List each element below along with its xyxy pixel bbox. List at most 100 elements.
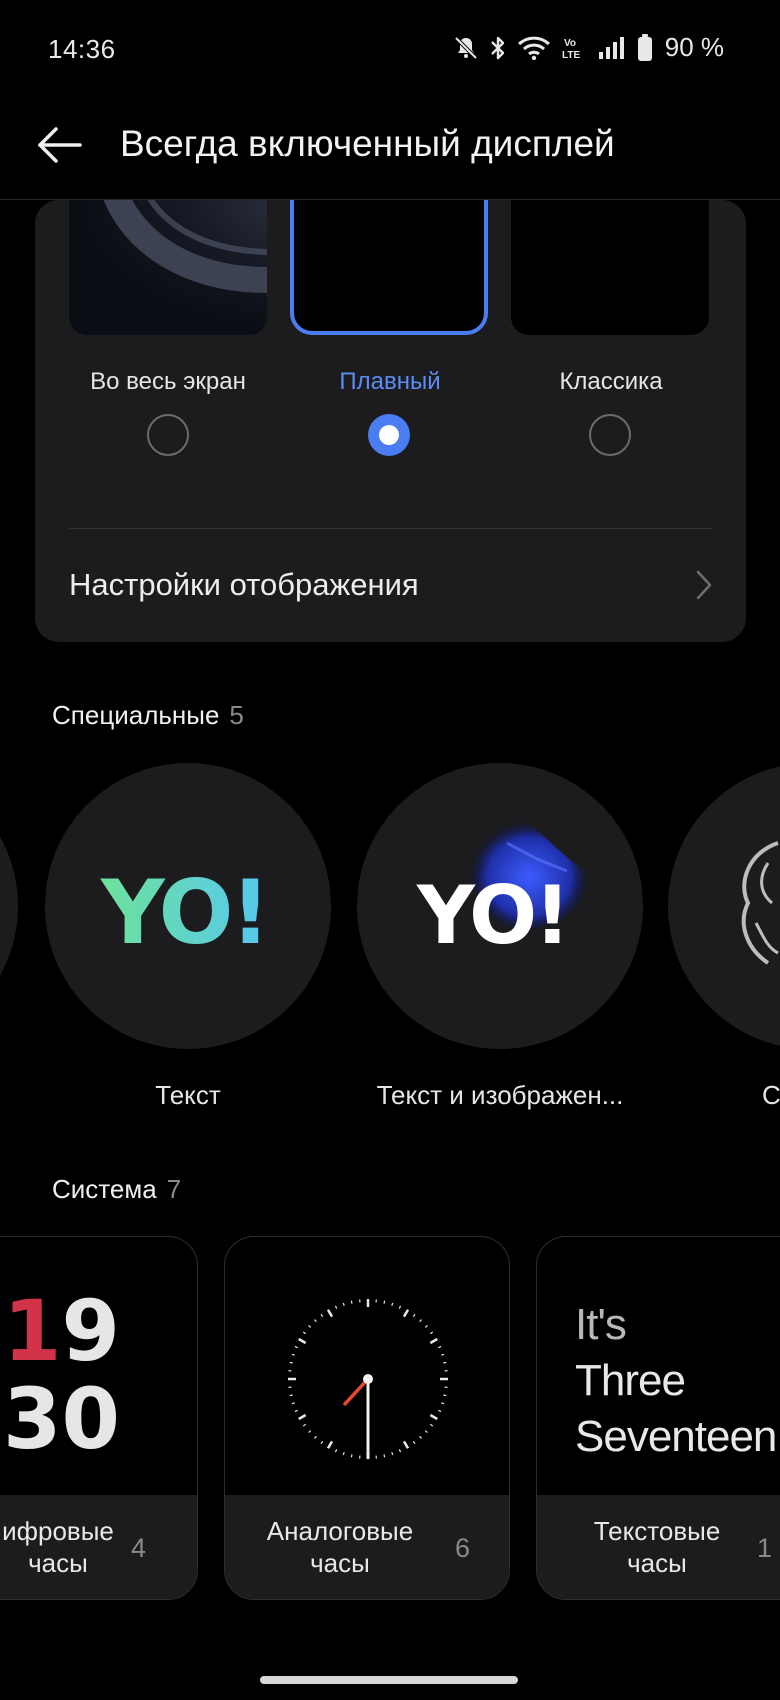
dial-minute-tick [443,1361,447,1364]
yo-text-art: YO! [100,861,271,964]
system-item-text-clock[interactable]: It's Three Seventeen Текстовые часы 1 [536,1236,780,1600]
chevron-right-icon [694,569,714,606]
analog-label-line2: часы [310,1548,370,1578]
option-label-smooth: Плавный [339,368,441,395]
special-item-partial-left[interactable] [0,763,18,1049]
dial-hour-tick [402,1309,410,1318]
dial-minute-tick [291,1402,295,1405]
analog-count: 6 [455,1533,471,1563]
display-settings-row[interactable]: Настройки отображения [35,529,746,642]
dial-hour-tick [326,1440,334,1449]
screen: 14:36 Vo LTE 90 % Всегда включенный диспл… [0,0,780,1700]
volte-icon: Vo LTE [561,35,587,61]
text-clock-line3: Seventeen [575,1412,777,1461]
back-arrow-icon[interactable] [34,120,84,170]
dial-minute-tick [391,1452,394,1456]
digital-label-line2: часы [28,1548,88,1578]
dial-hour-tick [326,1309,334,1318]
dial-hour-tick [429,1337,438,1345]
text-clock-label-line2: часы [627,1548,687,1578]
digital-hour-2: 9 [61,1282,120,1380]
special-item-text-image[interactable]: YO! [357,763,643,1049]
digital-count: 4 [131,1533,147,1563]
battery-percent: 90 % [664,32,724,62]
special-label-text-image: Текст и изображен... [376,1080,624,1110]
dial-minute-tick [334,1305,338,1309]
yo-image-text: YO! [416,869,568,962]
dial-minute-tick [398,1449,402,1453]
dial-minute-tick [308,1325,312,1328]
dial-minute-tick [441,1402,445,1405]
status-time: 14:36 [48,34,116,64]
dial-minute-tick [383,1300,386,1304]
text-clock-count: 1 [757,1533,773,1563]
home-indicator[interactable] [260,1676,518,1684]
dial-minute-tick [342,1302,345,1306]
dial-minute-tick [391,1302,394,1306]
bluetooth-icon [489,35,507,61]
dial-minute-tick [320,1313,324,1318]
dial-hour-tick [429,1413,438,1421]
system-item-digital[interactable]: 19 30 ифровые часы 4 [0,1236,198,1600]
dial-hour-tick [298,1337,307,1345]
dial-minute-tick [350,1454,353,1458]
special-item-partial-right[interactable] [668,763,780,1049]
dial-minute-tick [438,1345,442,1349]
preview-smooth[interactable] [290,200,488,335]
option-label-fullscreen: Во весь экран [90,368,246,395]
text-clock-line1: It's [575,1300,627,1349]
radio-fullscreen[interactable] [147,414,189,456]
dial-minute-tick [314,1435,317,1439]
yo-text: YO! [100,861,268,964]
special-item-text[interactable]: YO! [45,763,331,1049]
dial-minute-tick [314,1319,317,1323]
dial-minute-tick [291,1353,295,1356]
option-label-classic: Классика [559,368,663,395]
dial-minute-tick [419,1435,422,1439]
radio-classic[interactable] [589,414,631,456]
dial-minute-tick [424,1430,428,1433]
dial-minute-tick [443,1394,447,1397]
text-clock-label: Текстовые часы [567,1515,747,1579]
dial-minute-tick [398,1305,402,1309]
preview-fullscreen[interactable] [69,200,267,335]
digital-minutes: 30 [3,1370,120,1468]
dial-minute-tick [342,1452,345,1456]
dial-minute-tick [412,1440,416,1445]
system-item-analog[interactable]: Аналоговые часы 6 [224,1236,510,1600]
section-system-header: Система 7 [52,1174,181,1205]
yo-image-art: YO! [416,821,589,962]
wifi-icon [517,35,551,61]
dial-minute-tick [383,1454,386,1458]
dial-minute-tick [424,1325,428,1328]
dial-minute-tick [429,1423,434,1427]
special-label-text: Текст [155,1080,221,1110]
digital-preview: 19 30 [3,1287,120,1463]
dial-minute-tick [294,1409,298,1413]
outline-art [741,841,779,965]
dial-minute-tick [302,1331,307,1335]
dial-minute-tick [419,1319,422,1323]
section-system-count: 7 [166,1174,182,1204]
dial-minute-tick [308,1430,312,1433]
dial-minute-tick [289,1394,293,1397]
battery-icon [637,33,653,62]
page-title: Всегда включенный дисплей [120,123,615,164]
section-special-header: Специальные 5 [52,700,244,731]
header: Всегда включенный дисплей [0,90,780,200]
analog-label-line1: Аналоговые [266,1516,414,1546]
radio-smooth[interactable] [368,414,410,456]
text-clock-footer: Текстовые часы 1 [537,1495,780,1599]
display-settings-label: Настройки отображения [69,567,419,602]
dial-minute-tick [320,1440,324,1445]
dial-minute-tick [429,1331,434,1335]
dial-minute-tick [294,1345,298,1349]
preview-classic[interactable] [511,200,709,335]
digital-footer: ифровые часы 4 [0,1495,197,1599]
dial-minute-tick [302,1423,307,1427]
analog-label: Аналоговые часы [255,1515,425,1579]
analog-clock-preview [288,1299,448,1459]
text-clock-label-line1: Текстовые [593,1516,721,1546]
special-label-partial: С [762,1080,780,1110]
text-clock-line2: Three [575,1356,686,1405]
